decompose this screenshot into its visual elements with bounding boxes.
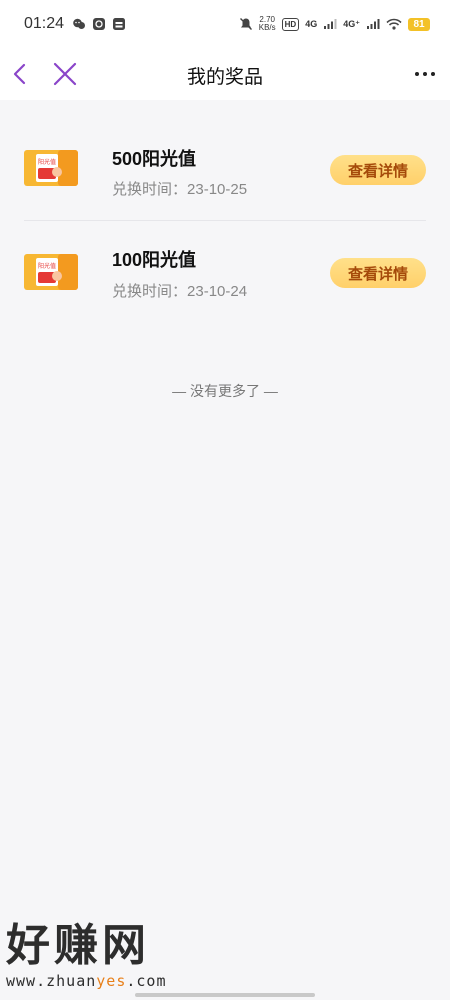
prize-item: 阳光值 100阳光值 兑换时间：23-10-24 查看详情	[24, 220, 426, 323]
mute-bell-icon	[239, 18, 252, 30]
watermark-url-suffix: .com	[126, 972, 167, 990]
prize-item: 阳光值 500阳光值 兑换时间：23-10-25 查看详情	[24, 100, 426, 220]
net-speed-unit: KB/s	[258, 23, 276, 32]
page-title: 我的奖品	[186, 67, 263, 88]
home-indicator[interactable]	[135, 993, 315, 997]
sunshine-card-icon: 阳光值	[24, 254, 78, 290]
sunshine-card-icon: 阳光值	[24, 150, 78, 186]
hd-badge: HD	[281, 17, 300, 31]
network-2: 4G⁺	[343, 18, 360, 29]
signal-icon-2	[367, 19, 380, 29]
no-more-indicator: — 没有更多了 —	[172, 383, 278, 399]
view-details-button[interactable]: 查看详情	[330, 258, 426, 288]
more-options-icon[interactable]	[412, 61, 438, 87]
battery-indicator: 81	[408, 17, 430, 31]
watermark-url-accent: yes	[96, 972, 127, 990]
view-details-button[interactable]: 查看详情	[330, 155, 426, 185]
prize-list: 阳光值 500阳光值 兑换时间：23-10-25 查看详情 阳光值 100阳光值…	[0, 100, 450, 323]
status-bar: 01:24 2.70 KB/s HD 4G 4G⁺ 81	[0, 0, 450, 48]
prize-name: 500阳光值	[112, 149, 197, 169]
watermark-logo-text: 好赚网	[6, 920, 150, 971]
date-label: 兑换时间：	[112, 283, 188, 300]
network-1: 4G	[305, 19, 318, 29]
status-right: 2.70 KB/s HD 4G 4G⁺ 81	[239, 16, 430, 32]
prize-date: 兑换时间：23-10-24	[112, 280, 247, 301]
status-left: 01:24	[24, 15, 126, 33]
clock: 01:24	[24, 15, 65, 32]
date-value: 23-10-25	[187, 181, 248, 198]
thumb-label: 阳光值	[38, 262, 56, 270]
wifi-icon	[386, 18, 402, 30]
watermark-url: www.zhuanyes.com	[6, 972, 167, 990]
signal-icon	[324, 19, 337, 29]
mail-icon	[93, 18, 106, 30]
nav-bar: 我的奖品	[0, 48, 450, 100]
calendar-icon	[113, 18, 126, 30]
date-value: 23-10-24	[187, 283, 248, 300]
thumb-label: 阳光值	[38, 158, 56, 166]
date-label: 兑换时间：	[112, 181, 188, 198]
watermark: 好赚网 www.zhuanyes.com	[6, 920, 167, 991]
wechat-icon	[73, 18, 86, 29]
prize-date: 兑换时间：23-10-25	[112, 178, 247, 199]
watermark-url-prefix: www.zhuan	[6, 972, 97, 990]
net-speed: 2.70 KB/s	[259, 16, 276, 32]
prize-name: 100阳光值	[112, 250, 197, 270]
